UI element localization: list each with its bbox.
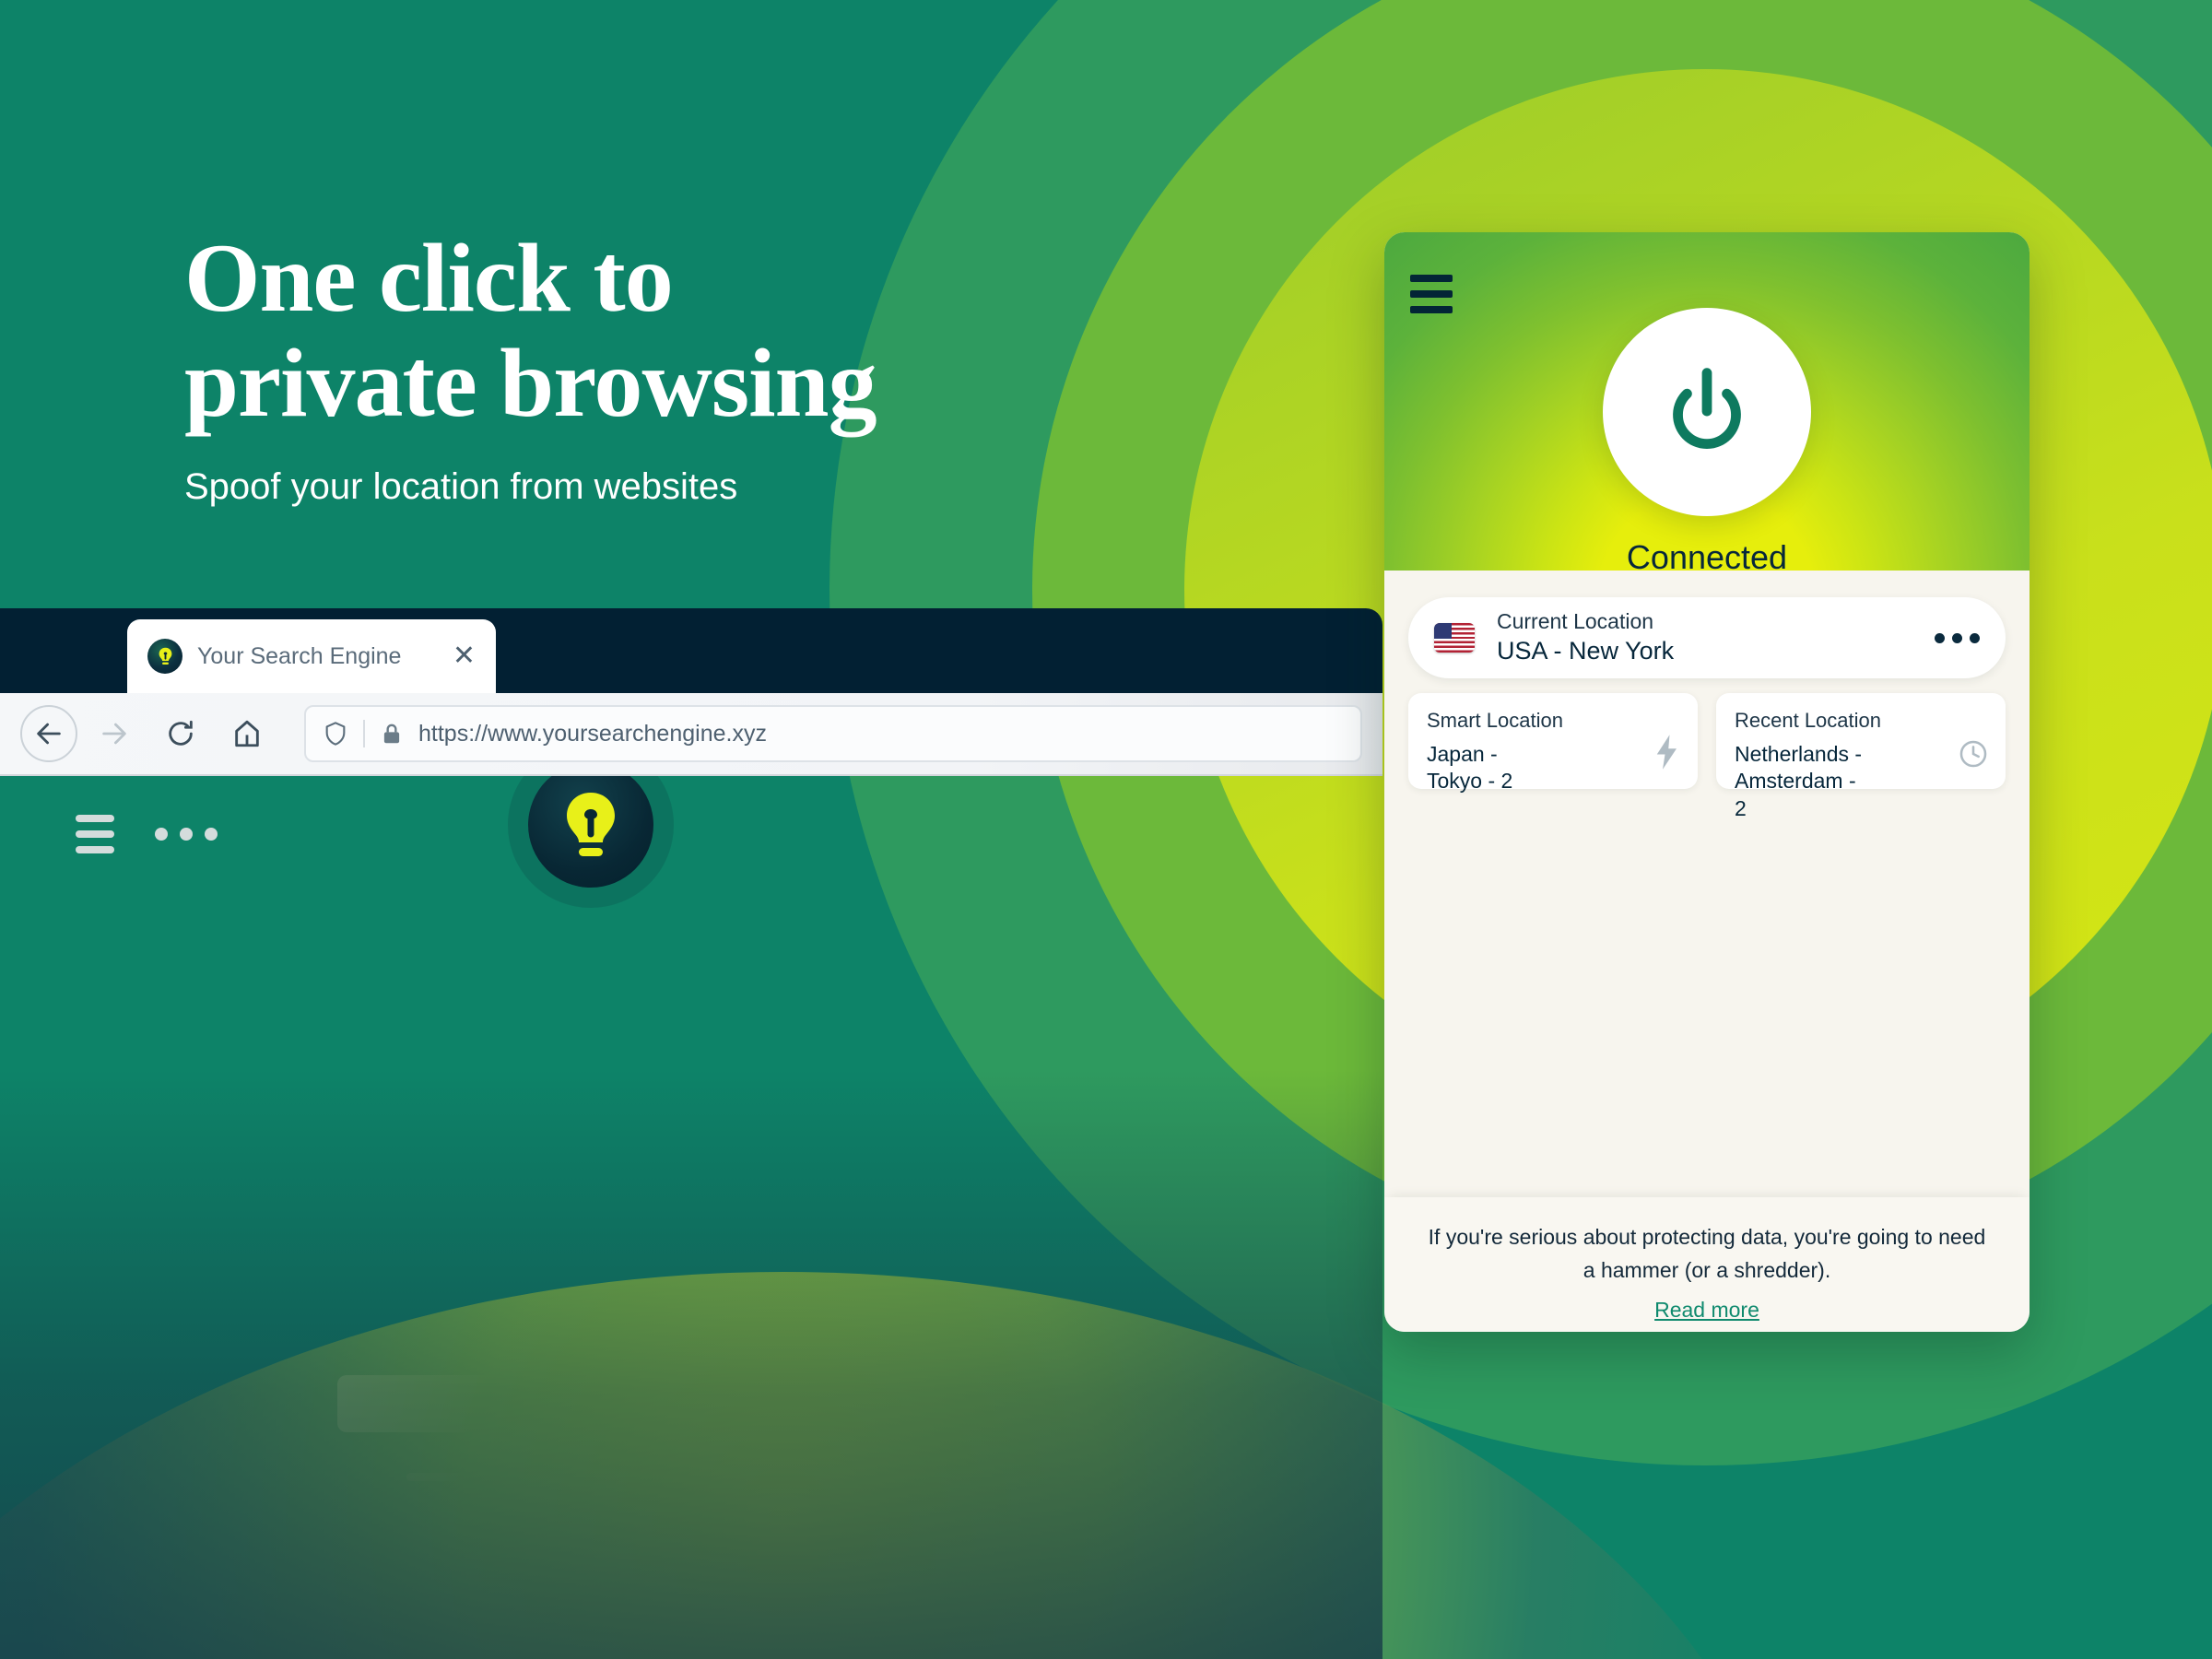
recent-location-value-line2: Amsterdam - 2 [1735,769,1856,821]
recent-location-value: Netherlands - Amsterdam - 2 [1735,741,1873,824]
url-divider [363,720,365,747]
page-nav-controls [76,815,218,853]
vpn-panel: Connected Current Location USA - New Yor… [1384,232,2030,1332]
tab-close-icon[interactable]: ✕ [453,642,476,670]
lightbulb-icon [159,647,171,665]
us-flag-icon [1434,623,1475,653]
tab-favicon [147,639,182,674]
smart-location-value: Japan - Tokyo - 2 [1427,741,1565,796]
read-more-link[interactable]: Read more [1654,1298,1759,1323]
url-bar[interactable]: https://www.yoursearchengine.xyz [304,705,1362,762]
url-text[interactable]: https://www.yoursearchengine.xyz [418,721,767,747]
clock-icon [1958,738,1989,774]
browser-toolbar: https://www.yoursearchengine.xyz [0,693,1382,776]
vpn-status-label: Connected [1626,538,1788,576]
browser-tab[interactable]: Your Search Engine ✕ [127,619,496,693]
location-cards-row: Smart Location Japan - Tokyo - 2 Recent … [1408,693,2006,820]
forward-arrow-icon[interactable] [99,718,130,749]
smart-location-label: Smart Location [1427,709,1563,732]
browser-tabstrip: Your Search Engine ✕ [0,608,1382,693]
vpn-panel-footer: If you're serious about protecting data,… [1384,1197,2030,1332]
back-arrow-icon[interactable] [33,718,65,749]
recent-location-value-line1: Netherlands - [1735,741,1863,766]
current-location-text: Current Location USA - New York [1497,608,1935,667]
recent-location-card[interactable]: Recent Location Netherlands - Amsterdam … [1716,693,2006,820]
recent-location-label: Recent Location [1735,709,1881,732]
shield-icon[interactable] [323,721,348,747]
hero-headline: One click to private browsing [184,224,1198,438]
hero-headline-line1: One click to [184,224,674,332]
lightbulb-logo-icon [567,793,615,856]
current-location-row[interactable]: Current Location USA - New York [1408,597,2006,678]
reload-button[interactable] [151,704,210,763]
home-button[interactable] [218,704,276,763]
vpn-power-button[interactable] [1603,308,1811,516]
smart-location-value-line2: Tokyo - 2 [1427,769,1513,794]
current-location-value: USA - New York [1497,637,1675,665]
back-button[interactable] [20,705,77,762]
page-hamburger-icon[interactable] [76,815,114,853]
current-location-more-options-icon[interactable] [1935,632,1980,643]
hero-section: One click to private browsing Spoof your… [184,224,1198,508]
smart-location-value-line1: Japan - [1427,741,1498,766]
forward-button[interactable] [85,704,144,763]
smart-location-card[interactable]: Smart Location Japan - Tokyo - 2 [1408,693,1698,793]
hero-headline-line2: private browsing [184,329,877,438]
tab-title: Your Search Engine [197,642,402,669]
current-location-label: Current Location [1497,609,1654,633]
page-more-options-icon[interactable] [155,828,218,841]
search-engine-logo [528,762,653,888]
reload-icon[interactable] [165,718,196,749]
hero-subtitle: Spoof your location from websites [184,465,738,507]
lightning-bolt-icon [1653,735,1681,774]
vpn-footer-text: If you're serious about protecting data,… [1428,1225,1986,1282]
power-icon[interactable] [1657,362,1757,462]
lock-icon[interactable] [380,721,404,747]
home-icon[interactable] [231,718,263,749]
vpn-hamburger-icon[interactable] [1410,275,1453,313]
